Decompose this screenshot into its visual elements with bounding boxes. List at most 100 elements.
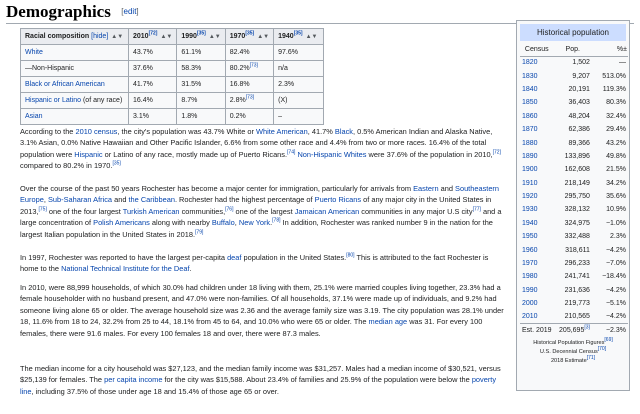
table-cell: −1.0% [605, 219, 626, 227]
table-cell: (X) [273, 92, 325, 109]
link-white-american[interactable]: White American [256, 127, 308, 136]
sort-icon[interactable]: ▲▼ [111, 34, 123, 40]
hist-source-census[interactable]: U.S. Decennial Census [540, 349, 598, 355]
census-year-link[interactable]: 1900 [520, 163, 554, 176]
table-cell: −7.0% [605, 260, 626, 268]
table-cell: 32.4% [606, 112, 626, 120]
link-deaf[interactable]: deaf [227, 253, 241, 262]
race-label-white[interactable]: White [25, 49, 43, 56]
table-cell: 0.2% [224, 108, 275, 125]
link-caribbean[interactable]: the Caribbean [129, 195, 175, 204]
census-year-link[interactable]: 2000 [520, 297, 554, 310]
sort-icon[interactable]: ▲▼ [160, 34, 172, 40]
table-cell: 513.0% [602, 72, 626, 80]
census-year-link[interactable]: 1870 [520, 123, 554, 136]
table-cell: 80.2%[73] [224, 60, 275, 77]
table-row: 2000 219,773 −5.1% [520, 297, 628, 310]
census-year-link[interactable]: 1990 [520, 284, 554, 297]
race-header-2010[interactable]: 2010[72]▲▼ [127, 28, 178, 45]
paragraph-immigration: Over the course of the past 50 years Roc… [20, 184, 502, 239]
table-cell: 35.6% [606, 193, 626, 201]
link-eastern[interactable]: Eastern [413, 184, 438, 193]
table-cell: 43.7% [127, 44, 178, 61]
paragraph-census-race: According to the 2010 census, the city's… [20, 127, 501, 171]
table-cell: 318,611 [565, 246, 590, 254]
census-year-link[interactable]: 1920 [520, 190, 554, 203]
census-year-link[interactable]: 1940 [520, 217, 554, 230]
race-header-1990[interactable]: 1990[35]▲▼ [176, 28, 226, 45]
link-turkish-american[interactable]: Turkish American [123, 207, 180, 216]
census-year-link[interactable]: 1950 [520, 230, 554, 243]
census-year-link[interactable]: 2010 [520, 310, 554, 323]
table-cell: 20,191 [568, 85, 590, 93]
sort-icon[interactable]: ▲▼ [257, 34, 269, 40]
sort-icon[interactable]: ▲▼ [306, 34, 318, 40]
census-year-link[interactable]: 1970 [520, 257, 554, 270]
link-buffalo[interactable]: Buffalo [212, 218, 235, 227]
race-label-asian[interactable]: Asian [25, 113, 43, 120]
census-year-link[interactable]: 1830 [520, 69, 554, 82]
link-per-capita-income[interactable]: per capita income [104, 375, 162, 384]
citation[interactable]: [74] [287, 149, 295, 155]
race-header-1970[interactable]: 1970[35]▲▼ [224, 28, 275, 45]
table-cell: 2.3% [273, 76, 325, 93]
link-puerto-ricans[interactable]: Puerto Ricans [315, 195, 361, 204]
link-non-hispanic-whites[interactable]: Non-Hispanic Whites [297, 150, 366, 159]
census-year-link[interactable]: 1980 [520, 270, 554, 283]
hist-source-estimate[interactable]: 2018 Estimate [551, 358, 587, 364]
table-row: 1970 296,233 −7.0% [520, 257, 628, 270]
table-row: 1850 36,403 80.3% [520, 96, 628, 109]
census-year-link[interactable]: 1840 [520, 83, 554, 96]
citation[interactable]: [35] [112, 161, 120, 167]
census-year-link[interactable]: 1960 [520, 243, 554, 256]
race-label-black[interactable]: Black or African American [25, 81, 105, 88]
census-year-link[interactable]: 1910 [520, 177, 554, 190]
link-sub-saharan-africa[interactable]: Sub-Saharan Africa [48, 195, 112, 204]
table-cell: 205,695[3] [553, 323, 592, 338]
link-black[interactable]: Black [335, 127, 353, 136]
table-row: 1960 318,611 −4.2% [520, 243, 628, 256]
table-cell: – [273, 108, 325, 125]
table-row: 2010 210,565 −4.2% [520, 310, 628, 323]
table-row: Asian 3.1% 1.8% 0.2% – [20, 108, 325, 125]
link-jamaican-american[interactable]: Jamaican American [295, 207, 360, 216]
edit-link[interactable]: edit [124, 7, 137, 16]
table-cell: 2.3% [610, 233, 626, 241]
table-row: Black or African American 41.7% 31.5% 16… [20, 76, 325, 93]
table-cell: −4.2% [605, 313, 626, 321]
census-year-link[interactable]: 1890 [520, 150, 554, 163]
census-year-link[interactable]: 1930 [520, 203, 554, 216]
link-2010-census[interactable]: 2010 census [75, 127, 117, 136]
table-cell: 1,502 [572, 59, 590, 67]
hide-table-link[interactable]: [hide] [91, 33, 108, 40]
hist-header-row: Census Pop. %± [520, 43, 628, 57]
table-row: 1880 89,366 43.2% [520, 136, 628, 149]
table-cell: 43.2% [606, 139, 626, 147]
link-ntid[interactable]: National Technical Institute for the Dea… [61, 264, 189, 273]
table-cell: 89,366 [568, 139, 590, 147]
link-hispanic[interactable]: Hispanic [74, 150, 102, 159]
table-row: 1860 48,204 32.4% [520, 110, 628, 123]
link-median-age[interactable]: median age [369, 317, 408, 326]
census-year-link[interactable]: 1820 [520, 56, 554, 69]
citation[interactable]: [78] [272, 218, 280, 224]
citation[interactable]: [80] [346, 253, 354, 259]
census-year-link[interactable]: 1880 [520, 136, 554, 149]
paragraph-households: In 2010, were 88,999 households, of whic… [20, 283, 504, 338]
citation[interactable]: [77] [473, 206, 481, 212]
race-table-header: Racial composition [hide] ▲▼ 2010[72]▲▼ 1… [20, 28, 325, 45]
census-year-link[interactable]: 1860 [520, 110, 554, 123]
citation[interactable]: [72] [493, 149, 501, 155]
link-new-york[interactable]: New York [239, 218, 270, 227]
citation[interactable]: [75] [39, 206, 47, 212]
table-row: 1910 218,149 34.2% [520, 177, 628, 190]
link-polish-americans[interactable]: Polish Americans [93, 218, 150, 227]
race-label-hispanic[interactable]: Hispanic or Latino [25, 97, 81, 104]
citation[interactable]: [79] [195, 229, 203, 235]
hist-source-figures[interactable]: Historical Population Figures [533, 340, 604, 346]
table-cell: 162,608 [564, 166, 590, 174]
census-year-link[interactable]: 1850 [520, 96, 554, 109]
race-header-1940[interactable]: 1940[35]▲▼ [273, 28, 325, 45]
sort-icon[interactable]: ▲▼ [209, 34, 221, 40]
table-row: 1890 133,896 49.8% [520, 150, 628, 163]
